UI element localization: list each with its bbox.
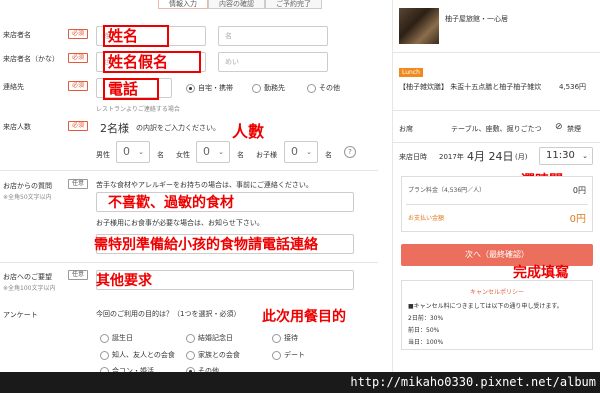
male-unit: 名 [157,151,164,159]
payment-value: 0円 [569,214,586,225]
cancel-sameday: 当日：100% [408,339,444,346]
question-2: お子様用にお食事が必要な場合は、お知らせ下さい。 [96,219,264,227]
name-annotation: 姓名 [108,27,139,45]
divider [406,204,588,205]
request-limit: ※全角100文字以内 [3,285,56,292]
date-label: 来店日時 [399,153,427,161]
divider [393,110,600,111]
question-limit: ※全角50文字以内 [3,194,52,201]
kana-label: 来店者名（かな） [3,55,59,63]
date-year: 2017年 [439,153,464,161]
lunch-badge: Lunch [399,68,423,77]
step-input: 情報入力 [158,0,208,9]
first-name-kana-input[interactable]: めい [218,52,328,72]
male-label: 男性 [96,151,110,159]
cancel-2days: 2日前：30% [408,315,444,322]
cancel-policy-title: キャンセルポリシー [469,289,524,296]
restaurant-photo [399,8,439,44]
allergy-annotation: 不喜歡、過敏的食材 [108,195,234,211]
reservation-summary-panel: 柚子屋旅館・一心居 Lunch 【柚子雑炊膳】 朱盃十五点膳と柚子柚子雑炊 4,… [392,0,600,380]
purpose-date-radio[interactable]: デート [272,350,305,360]
contact-work-radio[interactable]: 勤務先 [252,83,285,93]
no-smoking-icon: ⊘ [555,122,563,132]
male-count-select[interactable]: 0 ⌄ [116,141,150,163]
contact-label: 連絡先 [3,83,24,91]
name-label: 来店者名 [3,31,31,39]
restaurant-name: 柚子屋旅館・一心居 [445,15,508,23]
divider [393,142,600,143]
child-label: お子様 [256,151,277,159]
plan-price: 4,536円 [559,83,587,91]
purpose-anniversary-radio[interactable]: 結婚記念日 [186,333,233,343]
seat-value: テーブル、座敷、掘りごたつ [451,125,542,133]
cancel-policy-text: ■キャンセル料につきましては以下の通り申し受けます。 [408,303,563,310]
question-optional-badge: 任意 [68,179,89,189]
kana-required-badge: 必須 [68,53,89,63]
cancel-1day: 前日：50% [408,327,440,334]
next-annotation: 完成填寫 [513,265,569,281]
people-annotation: 人數 [232,122,265,141]
smoking-value: 禁煙 [567,125,581,133]
purpose-business-radio[interactable]: 接待 [272,333,298,343]
child-unit: 名 [325,151,332,159]
people-label: 来店人数 [3,123,31,131]
contact-other-radio[interactable]: その他 [307,83,340,93]
progress-steps: 情報入力 内容の確認 ご予約完了 [158,0,322,10]
request-label: お店へのご要望 [3,273,52,281]
seat-label: お席 [399,125,413,133]
cancel-policy: キャンセルポリシー ■キャンセル料につきましては以下の通り申し受けます。 2日前… [401,280,593,350]
survey-question: 今回のご利用の目的は？（1つを選択・必須） [96,310,241,318]
female-label: 女性 [176,151,190,159]
purpose-birthday-radio[interactable]: 誕生日 [100,333,133,343]
step-complete: ご予約完了 [265,0,322,9]
child-count-select[interactable]: 0 ⌄ [284,141,318,163]
price-summary: プラン料金（4,536円／人） 0円 お支払い金額 0円 [401,176,593,232]
contact-hint: レストランよりご連絡する場合 [96,106,180,113]
divider [393,52,600,53]
people-required-badge: 必須 [68,121,89,131]
purpose-family-radio[interactable]: 家族との会食 [186,350,240,360]
reservation-form: 情報入力 内容の確認 ご予約完了 来店者名 必須 姓 名 姓名 来店者名（かな）… [0,0,378,380]
purpose-friends-radio[interactable]: 知人、友人との会食 [100,350,175,360]
plan-fee-value: 0円 [572,186,586,195]
date-month-day: 4月 24日 [467,150,514,163]
contact-required-badge: 必須 [68,81,89,91]
question-1: 苦手な食材やアレルギーをお持ちの場合は、事前にご連絡ください。 [96,181,313,189]
people-instruction: の内訳をご入力ください。 [136,124,220,132]
name-required-badge: 必須 [68,29,89,39]
contact-annotation: 電話 [108,80,139,98]
payment-label: お支払い金額 [408,215,445,222]
watermark-bar: http://mikaho0330.pixnet.net/album [0,372,600,393]
request-optional-badge: 任意 [68,270,89,280]
question-label: お店からの質問 [3,182,52,190]
kana-annotation: 姓名假名 [108,53,169,71]
date-weekday: (月) [515,153,528,161]
female-unit: 名 [237,151,244,159]
child-meal-annotation: 需特別準備給小孩的食物請電話連絡 [94,237,318,253]
step-confirm: 内容の確認 [208,0,265,9]
time-select[interactable]: 11:30 ⌄ [539,147,593,165]
column-gap [379,0,391,380]
survey-annotation: 此次用餐目的 [262,309,346,325]
help-icon[interactable]: ? [344,146,356,158]
first-name-input[interactable]: 名 [218,26,328,46]
contact-home-radio[interactable]: 自宅・携帯 [186,83,233,93]
divider [0,170,378,171]
female-count-select[interactable]: 0 ⌄ [196,141,230,163]
plan-fee-label: プラン料金（4,536円／人） [408,187,486,194]
people-count: 2名様 [100,122,129,135]
survey-label: アンケート [3,311,38,319]
request-annotation: 其他要求 [96,273,152,289]
divider [0,262,378,263]
